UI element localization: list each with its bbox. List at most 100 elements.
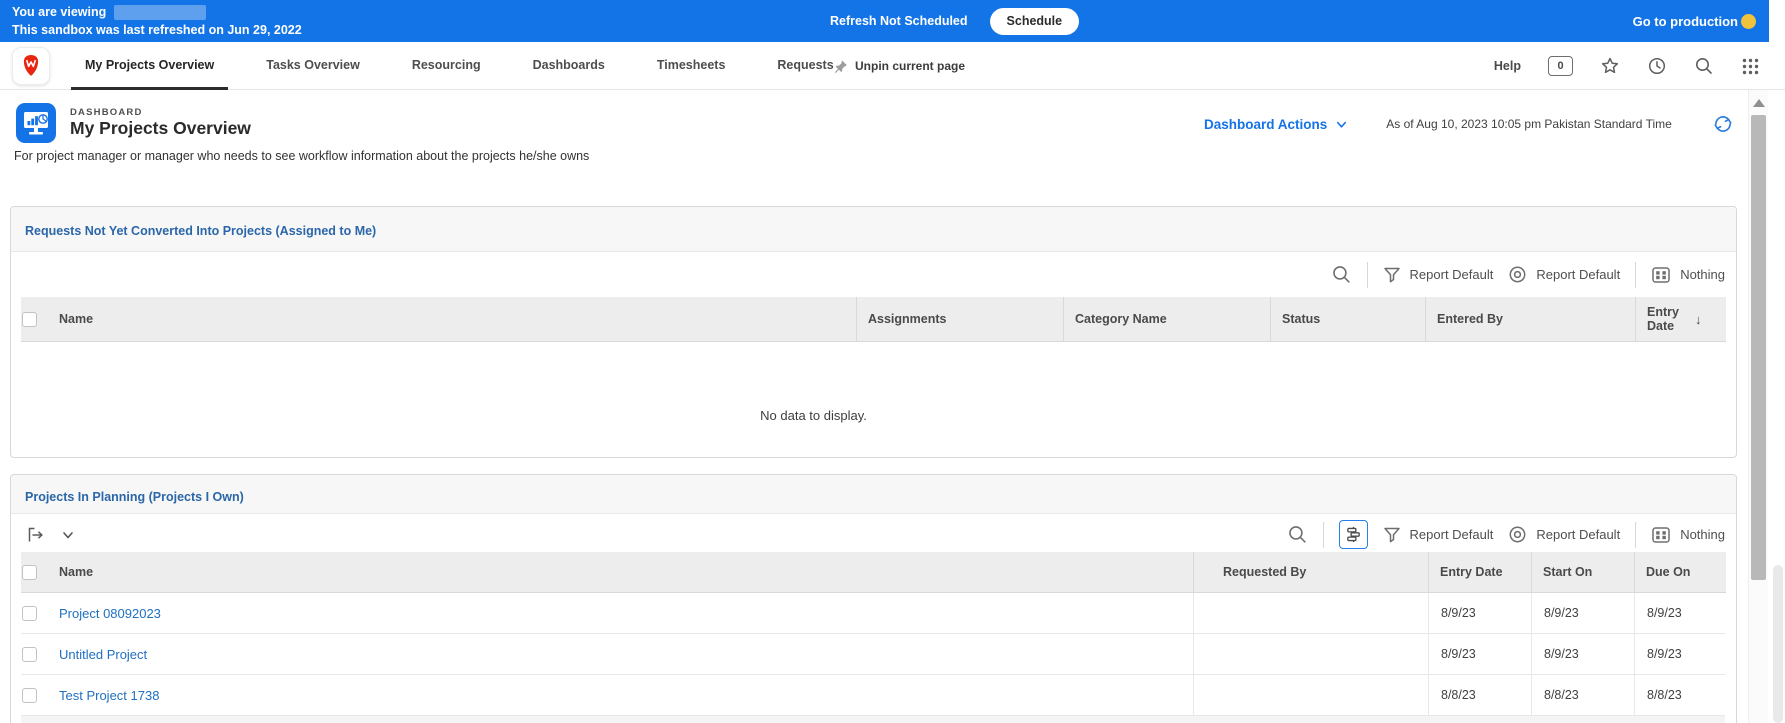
help-link[interactable]: Help xyxy=(1494,59,1521,73)
cell-requested-by xyxy=(1193,634,1428,674)
column-divider xyxy=(1635,297,1636,341)
search-icon xyxy=(1287,524,1308,545)
column-header-assignments[interactable]: Assignments xyxy=(868,297,947,341)
column-divider xyxy=(856,297,857,341)
select-all-checkbox[interactable] xyxy=(22,565,37,580)
column-header-name[interactable]: Name xyxy=(59,297,93,341)
projects-view-label: Report Default xyxy=(1536,527,1620,542)
gantt-view-toggle[interactable] xyxy=(1339,520,1368,549)
requests-view-menu[interactable]: Report Default xyxy=(1508,265,1620,284)
projects-panel-title-row: Projects In Planning (Projects I Own) xyxy=(11,475,1736,513)
filter-funnel-icon xyxy=(1383,266,1401,284)
unpin-label: Unpin current page xyxy=(855,59,965,73)
tab-dashboards[interactable]: Dashboards xyxy=(519,42,619,90)
select-all-checkbox[interactable] xyxy=(22,312,37,327)
workfront-logo[interactable] xyxy=(12,47,50,85)
unpin-current-page-button[interactable]: Unpin current page xyxy=(833,42,965,90)
projects-grouping-label: Nothing xyxy=(1680,527,1725,542)
projects-search-button[interactable] xyxy=(1287,524,1308,545)
table-row: Untitled Project 8/9/23 8/9/23 8/9/23 xyxy=(21,634,1725,675)
as-of-timestamp: As of Aug 10, 2023 10:05 pm Pakistan Sta… xyxy=(1386,117,1672,131)
gantt-chart-icon xyxy=(1345,526,1362,543)
refresh-status-label: Refresh Not Scheduled xyxy=(830,14,968,28)
projects-filter-menu[interactable]: Report Default xyxy=(1383,526,1494,544)
requests-empty-message: No data to display. xyxy=(11,342,1736,457)
column-header-entered-by[interactable]: Entered By xyxy=(1437,297,1503,341)
star-icon xyxy=(1600,56,1620,76)
refresh-dashboard-button[interactable] xyxy=(1712,113,1734,135)
column-header-due-on[interactable]: Due On xyxy=(1646,552,1690,592)
project-link[interactable]: Project 08092023 xyxy=(59,593,161,634)
pin-icon xyxy=(833,59,848,74)
projects-view-menu[interactable]: Report Default xyxy=(1508,525,1620,544)
view-target-icon xyxy=(1508,525,1527,544)
column-header-name[interactable]: Name xyxy=(59,552,93,592)
viewing-label: You are viewing xyxy=(12,5,106,19)
vertical-scrollbar[interactable] xyxy=(1748,90,1768,723)
sandbox-refresh-note: This sandbox was last refreshed on Jun 2… xyxy=(12,23,302,37)
sandbox-banner-info: You are viewing This sandbox was last re… xyxy=(12,3,302,37)
scrollbar-up-arrow[interactable] xyxy=(1753,99,1765,107)
column-divider xyxy=(1270,297,1271,341)
projects-panel-title[interactable]: Projects In Planning (Projects I Own) xyxy=(25,490,244,504)
sort-descending-icon[interactable]: ↓ xyxy=(1695,312,1702,327)
column-divider xyxy=(1634,552,1635,592)
table-row: Project 08092023 8/9/23 8/9/23 8/9/23 xyxy=(21,593,1725,634)
column-header-requested-by[interactable]: Requested By xyxy=(1223,552,1306,592)
export-button[interactable] xyxy=(25,525,45,545)
cell-entry-date: 8/9/23 xyxy=(1428,634,1531,674)
column-divider xyxy=(1428,552,1429,592)
cell-due-on: 8/9/23 xyxy=(1634,593,1725,633)
dashboard-description: For project manager or manager who needs… xyxy=(14,149,589,163)
row-checkbox[interactable] xyxy=(22,606,37,621)
requests-table-header: Name Assignments Category Name Status En… xyxy=(21,297,1726,342)
requests-view-label: Report Default xyxy=(1536,267,1620,282)
clock-history-icon xyxy=(1647,56,1667,76)
app-switcher-button[interactable] xyxy=(1741,57,1760,76)
projects-grouping-menu[interactable]: Nothing xyxy=(1651,525,1725,545)
row-checkbox[interactable] xyxy=(22,688,37,703)
notification-count-badge[interactable]: 0 xyxy=(1548,56,1573,76)
column-header-entry-date[interactable]: Entry Date ↓ xyxy=(1647,297,1702,341)
outer-scrollbar-thumb[interactable] xyxy=(1773,565,1783,723)
view-target-icon xyxy=(1508,265,1527,284)
chevron-down-icon xyxy=(1335,118,1348,131)
toolbar-expand-menu[interactable] xyxy=(61,528,75,542)
column-header-category[interactable]: Category Name xyxy=(1075,297,1167,341)
requests-grouping-menu[interactable]: Nothing xyxy=(1651,265,1725,285)
global-search-button[interactable] xyxy=(1694,56,1714,76)
requests-search-button[interactable] xyxy=(1331,264,1352,285)
row-checkbox[interactable] xyxy=(22,647,37,662)
requests-grouping-label: Nothing xyxy=(1680,267,1725,282)
table-row: Test Project 1738 8/8/23 8/8/23 8/8/23 xyxy=(21,675,1725,716)
partial-next-row xyxy=(21,716,1725,723)
grouping-grid-icon xyxy=(1651,525,1671,545)
requests-filter-menu[interactable]: Report Default xyxy=(1383,266,1494,284)
grouping-grid-icon xyxy=(1651,265,1671,285)
column-header-entry-date[interactable]: Entry Date xyxy=(1440,552,1503,592)
tab-my-projects-overview[interactable]: My Projects Overview xyxy=(71,42,228,90)
project-link[interactable]: Untitled Project xyxy=(59,634,147,675)
column-divider xyxy=(1425,297,1426,341)
column-header-start-on[interactable]: Start On xyxy=(1543,552,1592,592)
refresh-icon xyxy=(1712,113,1734,135)
favorites-button[interactable] xyxy=(1600,56,1620,76)
workfront-lion-icon xyxy=(16,51,46,81)
cell-start-on: 8/8/23 xyxy=(1531,675,1634,715)
schedule-button[interactable]: Schedule xyxy=(990,8,1080,35)
recents-button[interactable] xyxy=(1647,56,1667,76)
requests-filter-label: Report Default xyxy=(1410,267,1494,282)
toolbar-divider xyxy=(1635,522,1636,548)
dashboard-actions-label: Dashboard Actions xyxy=(1204,117,1327,132)
column-header-status[interactable]: Status xyxy=(1282,297,1320,341)
tab-timesheets[interactable]: Timesheets xyxy=(643,42,740,90)
tab-tasks-overview[interactable]: Tasks Overview xyxy=(252,42,374,90)
page-title: My Projects Overview xyxy=(70,118,251,139)
tab-resourcing[interactable]: Resourcing xyxy=(398,42,495,90)
scrollbar-thumb[interactable] xyxy=(1751,115,1766,580)
dashboard-actions-menu[interactable]: Dashboard Actions xyxy=(1204,117,1348,132)
project-link[interactable]: Test Project 1738 xyxy=(59,675,159,716)
column-divider xyxy=(1531,552,1532,592)
go-to-production-link[interactable]: Go to production xyxy=(1633,14,1738,29)
requests-panel-title[interactable]: Requests Not Yet Converted Into Projects… xyxy=(25,224,376,238)
